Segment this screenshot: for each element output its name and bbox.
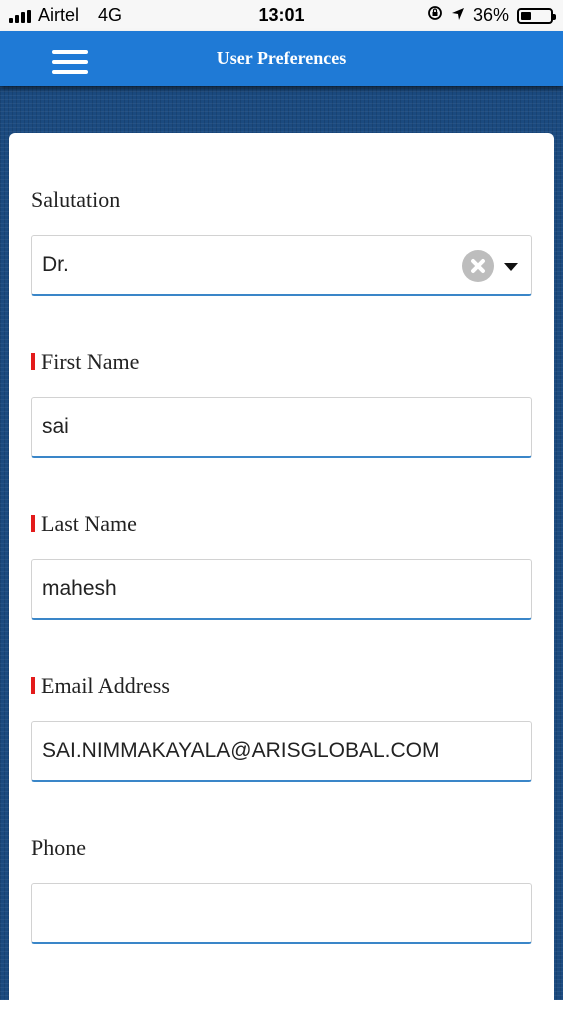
last-name-field[interactable]: mahesh <box>31 559 532 620</box>
required-marker <box>31 515 35 532</box>
phone-label: Phone <box>31 835 86 860</box>
last-name-value: mahesh <box>42 577 117 600</box>
email-value: SAI.NIMMAKAYALA@ARISGLOBAL.COM <box>42 739 440 762</box>
battery-percent: 36% <box>472 5 509 25</box>
app-header: User Preferences <box>0 31 563 86</box>
status-bar: Airtel 4G 13:01 36% <box>0 0 563 31</box>
clear-icon[interactable] <box>462 250 494 282</box>
required-marker <box>31 353 35 370</box>
page-title: User Preferences <box>216 48 347 68</box>
salutation-value: Dr. <box>42 253 69 276</box>
last-name-label: Last Name <box>31 511 137 537</box>
lock-rotation-icon <box>427 5 443 26</box>
chevron-down-icon[interactable] <box>504 263 518 271</box>
first-name-label: First Name <box>31 349 139 375</box>
battery-icon <box>517 7 556 24</box>
salutation-label: Salutation <box>31 187 121 212</box>
preferences-form: Salutation Dr. First Name sai Last Name … <box>9 133 554 1013</box>
required-marker <box>31 677 35 694</box>
location-arrow-icon <box>451 5 465 26</box>
phone-field[interactable] <box>31 883 532 944</box>
status-icons: 36% <box>427 5 556 26</box>
first-name-field[interactable]: sai <box>31 397 532 458</box>
email-field[interactable]: SAI.NIMMAKAYALA@ARISGLOBAL.COM <box>31 721 532 782</box>
first-name-value: sai <box>42 415 69 438</box>
email-label: Email Address <box>31 673 170 699</box>
salutation-select[interactable]: Dr. <box>31 235 532 296</box>
